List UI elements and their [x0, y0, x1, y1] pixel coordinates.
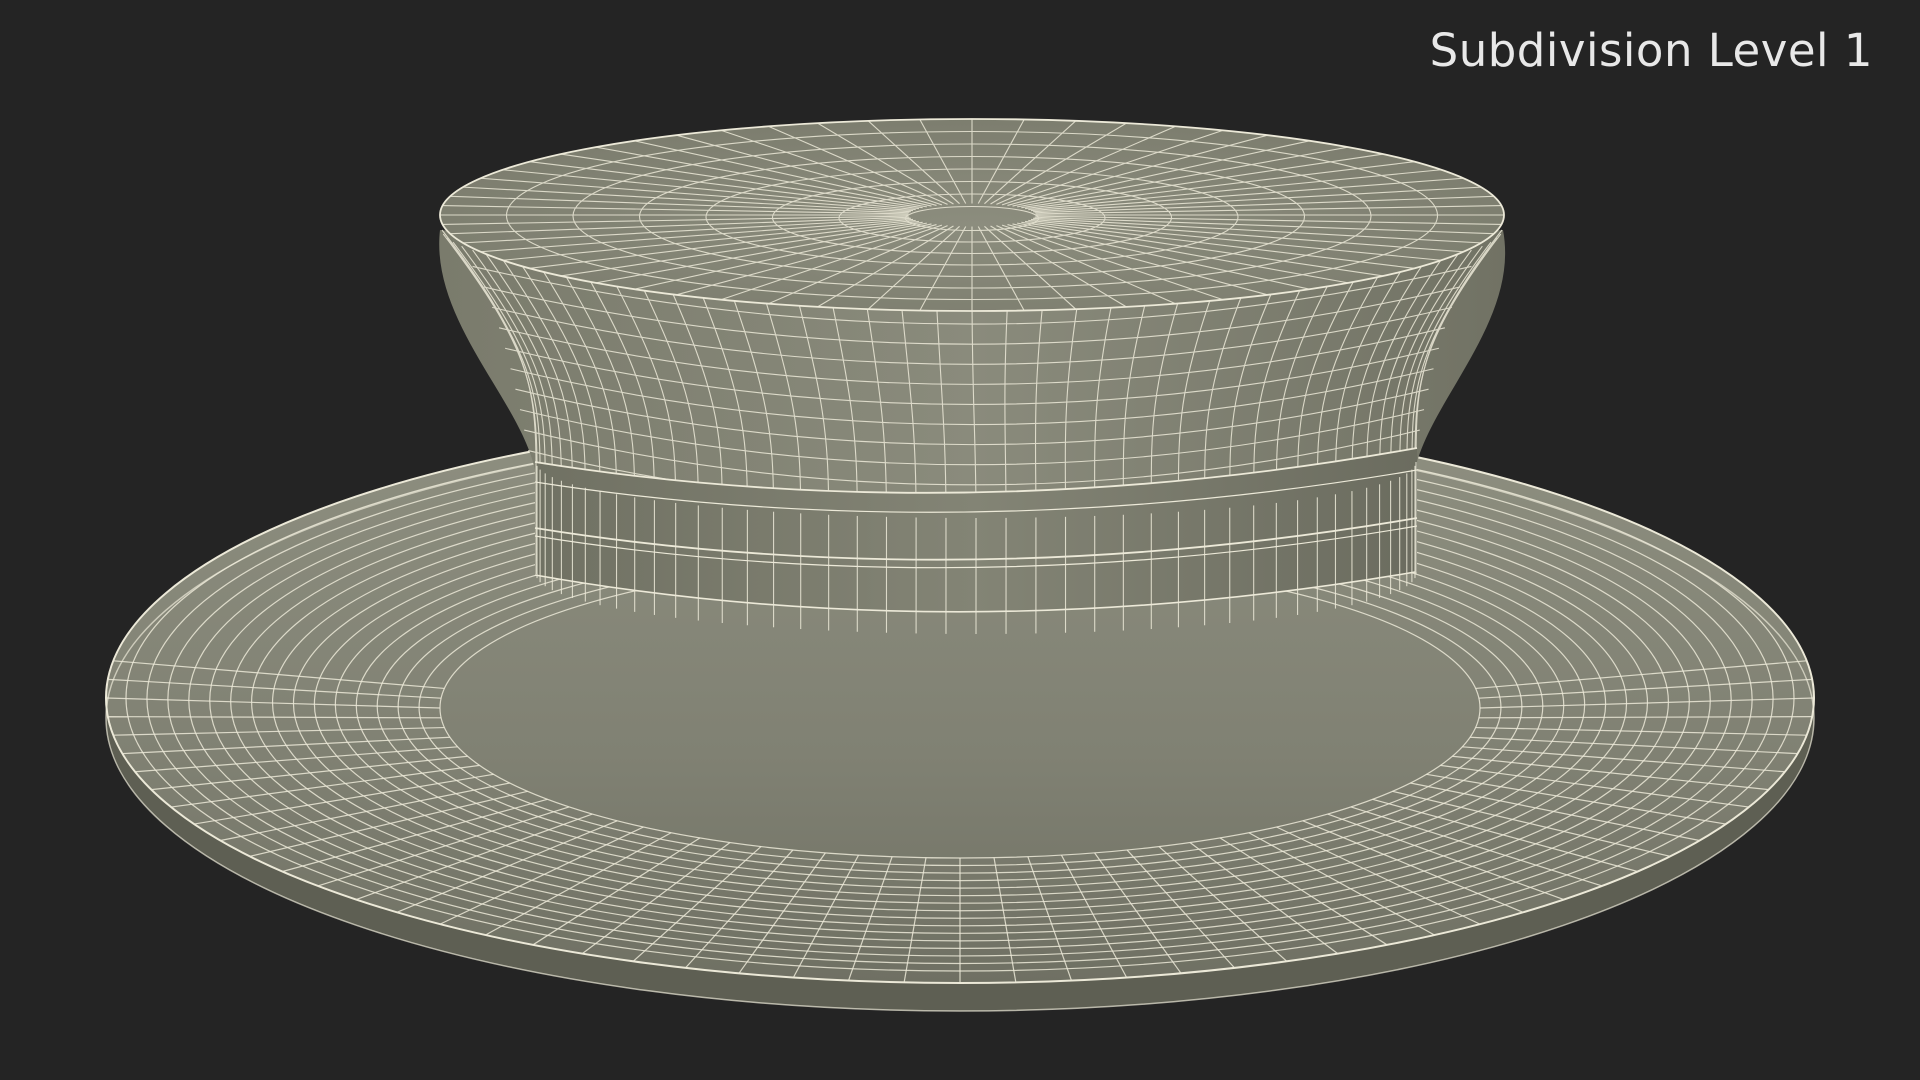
- hat-wireframe-render: [105, 118, 1815, 1012]
- subdivision-level-label: Subdivision Level 1: [1429, 24, 1873, 77]
- hat-crown-top: [439, 118, 1505, 312]
- render-viewport: Subdivision Level 1: [0, 0, 1920, 1080]
